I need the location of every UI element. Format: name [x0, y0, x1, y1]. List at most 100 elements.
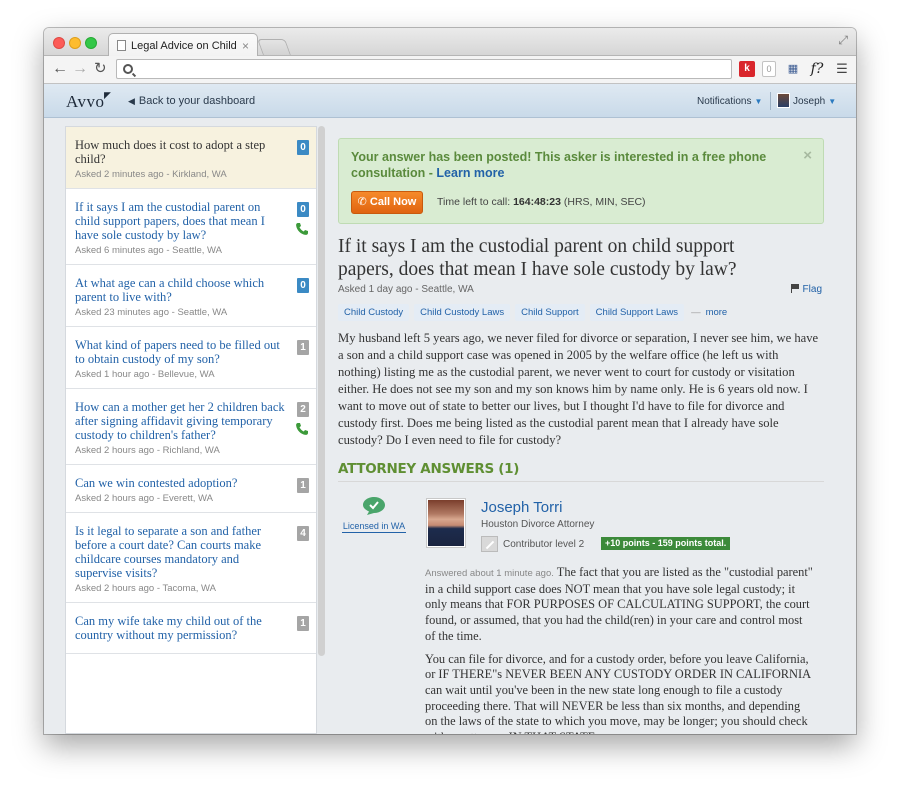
question-list-item[interactable]: What kind of papers need to be filled ou… — [66, 327, 316, 389]
question-list-item-meta: Asked 2 hours ago - Richland, WA — [75, 445, 220, 456]
attorney-role: Houston Divorce Attorney — [481, 519, 595, 530]
address-bar[interactable] — [116, 59, 732, 79]
call-now-label: Call Now — [369, 196, 417, 208]
question-list-item-title: Can we win contested adoption? — [75, 476, 238, 490]
grid-extension-icon[interactable]: ▦ — [785, 61, 801, 77]
caret-down-icon: ▼ — [828, 97, 837, 106]
user-menu[interactable]: Joseph ▼ — [793, 96, 836, 107]
minimize-window-button[interactable] — [69, 37, 81, 49]
question-list: How much does it cost to adopt a step ch… — [65, 126, 317, 734]
phone-icon — [296, 423, 308, 435]
answer-paragraph: You can file for divorce, and for a cust… — [425, 651, 811, 734]
app-header: Avvo ◤ ◀ Back to your dashboard Notificat… — [44, 84, 856, 118]
notifications-menu[interactable]: Notifications ▼ — [697, 96, 762, 107]
chevron-left-icon: ◀ — [128, 96, 135, 106]
question-list-item-title: Can my wife take my child out of the cou… — [75, 614, 262, 642]
question-list-item[interactable]: Can we win contested adoption? Asked 2 h… — [66, 465, 316, 513]
answer-count-badge: 0 — [297, 140, 309, 155]
call-timer: Time left to call: 164:48:23 (HRS, MIN, … — [437, 196, 646, 208]
forward-arrow-icon[interactable]: → — [72, 60, 88, 78]
call-now-button[interactable]: ✆ Call Now — [351, 191, 423, 214]
answer-count-badge: 1 — [297, 616, 309, 631]
question-list-item[interactable]: How can a mother get her 2 children back… — [66, 389, 316, 465]
question-list-item[interactable]: Is it legal to separate a son and father… — [66, 513, 316, 603]
logo-mark-icon: ◤ — [104, 90, 111, 100]
alert-message: Your answer has been posted! This asker … — [351, 149, 791, 181]
more-tags-link[interactable]: — more — [691, 307, 727, 318]
new-tab-button[interactable] — [257, 39, 291, 55]
answer-count-badge: 1 — [297, 340, 309, 355]
page: Avvo ◤ ◀ Back to your dashboard Notificat… — [44, 84, 856, 734]
learn-more-link[interactable]: Learn more — [436, 166, 504, 180]
user-avatar[interactable] — [777, 93, 790, 108]
answer-count-badge: 1 — [297, 478, 309, 493]
question-list-item-meta: Asked 2 hours ago - Tacoma, WA — [75, 583, 216, 594]
question-title: If it says I am the custodial parent on … — [338, 236, 737, 280]
tag-separator: — — [691, 307, 701, 318]
question-list-item-meta: Asked 2 hours ago - Everett, WA — [75, 493, 213, 504]
tab-strip: Legal Advice on Child Cust × ⤢ — [44, 28, 856, 57]
header-divider — [770, 92, 771, 110]
browser-tab[interactable]: Legal Advice on Child Cust × — [108, 33, 258, 57]
klout-extension-icon[interactable]: k — [739, 61, 755, 77]
timer-value: 164:48:23 — [513, 196, 561, 208]
fullscreen-icon[interactable]: ⤢ — [838, 33, 848, 48]
back-link-label: Back to your dashboard — [138, 95, 256, 107]
answer-count-badge: 4 — [297, 526, 309, 541]
answer-count-badge: 0 — [297, 202, 309, 217]
search-icon — [123, 64, 133, 74]
question-list-item-title: If it says I am the custodial parent on … — [75, 200, 265, 242]
question-list-item-meta: Asked 2 minutes ago - Kirkland, WA — [75, 169, 227, 180]
browser-toolbar: ← → ↻ k 0 ▦ f? ☰ — [44, 56, 856, 84]
question-list-item-title: What kind of papers need to be filled ou… — [75, 338, 280, 366]
question-list-item-title: How much does it cost to adopt a step ch… — [75, 138, 266, 166]
question-tags: Child Custody Child Custody Laws Child S… — [338, 304, 727, 321]
attorney-photo[interactable] — [426, 498, 466, 548]
phone-icon — [296, 223, 308, 235]
licensed-badge[interactable]: Licensed in WA — [342, 496, 406, 533]
extension-count-badge[interactable]: 0 — [762, 61, 776, 77]
attorney-name-link[interactable]: Joseph Torri — [481, 499, 562, 516]
more-tags-label: more — [705, 307, 728, 318]
timer-units: (HRS, MIN, SEC) — [563, 196, 646, 208]
licensed-label: Licensed in WA — [342, 521, 406, 533]
question-list-item-meta: Asked 23 minutes ago - Seattle, WA — [75, 307, 228, 318]
phone-icon: ✆ — [357, 196, 370, 208]
question-list-item[interactable]: At what age can a child choose which par… — [66, 265, 316, 327]
question-list-item-meta: Asked 6 minutes ago - Seattle, WA — [75, 245, 222, 256]
question-list-item-title: At what age can a child choose which par… — [75, 276, 265, 304]
zoom-window-button[interactable] — [85, 37, 97, 49]
reload-icon[interactable]: ↻ — [94, 60, 107, 78]
tag-child-custody-laws[interactable]: Child Custody Laws — [414, 304, 511, 321]
timer-label: Time left to call: — [437, 196, 511, 208]
avvo-logo[interactable]: Avvo — [66, 92, 105, 112]
tag-child-support[interactable]: Child Support — [515, 304, 585, 321]
question-meta: Asked 1 day ago - Seattle, WA — [338, 284, 474, 295]
question-body: My husband left 5 years ago, we never fi… — [338, 331, 819, 447]
fquery-extension-icon[interactable]: f? — [808, 61, 826, 77]
contributor-level: Contributor level 2 — [503, 539, 585, 550]
question-list-item[interactable]: How much does it cost to adopt a step ch… — [66, 127, 316, 189]
answer-count-badge: 2 — [297, 402, 309, 417]
browser-menu-icon[interactable]: ☰ — [834, 61, 850, 77]
notifications-label: Notifications — [697, 96, 752, 107]
tag-child-support-laws[interactable]: Child Support Laws — [589, 304, 685, 321]
tab-close-icon[interactable]: × — [242, 39, 249, 53]
question-list-item[interactable]: If it says I am the custodial parent on … — [66, 189, 316, 265]
caret-down-icon: ▼ — [754, 97, 763, 106]
question-list-item[interactable]: Can my wife take my child out of the cou… — [66, 603, 316, 654]
question-list-item-title: Is it legal to separate a son and father… — [75, 524, 262, 580]
answer-posted-alert: Your answer has been posted! This asker … — [338, 138, 824, 224]
browser-window: Legal Advice on Child Cust × ⤢ ← → ↻ k 0… — [44, 28, 856, 734]
tag-child-custody[interactable]: Child Custody — [338, 304, 410, 321]
question-list-item-title: How can a mother get her 2 children back… — [75, 400, 285, 442]
question-list-scrollbar[interactable] — [318, 126, 325, 656]
close-window-button[interactable] — [53, 37, 65, 49]
flag-icon — [790, 284, 799, 293]
back-to-dashboard-link[interactable]: ◀ Back to your dashboard — [128, 95, 255, 107]
tab-title: Legal Advice on Child Cust — [131, 39, 237, 52]
back-arrow-icon[interactable]: ← — [52, 60, 68, 78]
alert-close-icon[interactable]: × — [803, 147, 812, 164]
flag-link[interactable]: Flag — [790, 284, 822, 295]
attorney-answers-heading: ATTORNEY ANSWERS (1) — [338, 461, 824, 482]
